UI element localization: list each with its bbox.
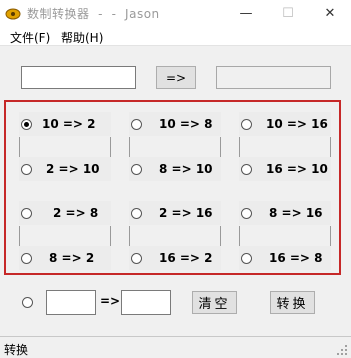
radio-10-to-2[interactable] (21, 118, 32, 130)
option-label: 2 => 10 (46, 162, 100, 176)
divider (220, 137, 221, 157)
convert-arrow-button[interactable]: => (156, 66, 196, 89)
option-label: 8 => 16 (269, 206, 323, 220)
radio-8-to-16[interactable] (241, 207, 252, 219)
radio-8-to-2[interactable] (21, 252, 32, 264)
minimize-icon: — (239, 5, 253, 21)
option-2-to-10[interactable]: 2 => 10 (19, 157, 111, 181)
title-bar: 数制转换器 - - Jason — ☐ ✕ (0, 0, 351, 26)
option-label: 10 => 8 (159, 117, 213, 131)
option-label: 8 => 10 (159, 162, 213, 176)
radio-2-to-8[interactable] (21, 207, 32, 219)
radio-16-to-10[interactable] (241, 163, 252, 175)
radio-16-to-8[interactable] (241, 252, 252, 264)
custom-to-base-input[interactable] (121, 290, 171, 315)
radio-10-to-8[interactable] (131, 118, 142, 130)
divider (110, 137, 111, 157)
app-icon (5, 6, 21, 20)
option-label: 10 => 16 (266, 117, 328, 131)
option-10-to-8[interactable]: 10 => 8 (129, 112, 221, 136)
close-button[interactable]: ✕ (309, 0, 351, 26)
custom-arrow-label: => (100, 294, 121, 308)
clear-button[interactable]: 清空 (192, 291, 237, 314)
option-16-to-8[interactable]: 16 => 8 (239, 246, 331, 270)
number-input[interactable] (21, 66, 136, 89)
divider (110, 226, 111, 246)
radio-8-to-10[interactable] (131, 163, 142, 175)
divider (239, 226, 240, 246)
option-16-to-10[interactable]: 16 => 10 (239, 157, 331, 181)
option-10-to-2[interactable]: 10 => 2 (19, 112, 111, 136)
menu-file[interactable]: 文件(F) (8, 28, 52, 47)
custom-from-base-input[interactable] (46, 290, 96, 315)
radio-10-to-16[interactable] (241, 118, 252, 130)
divider (239, 137, 240, 157)
minimize-button[interactable]: — (225, 0, 267, 26)
option-8-to-16[interactable]: 8 => 16 (239, 201, 331, 225)
maximize-button[interactable]: ☐ (267, 0, 309, 26)
radio-2-to-16[interactable] (131, 207, 142, 219)
option-label: 10 => 2 (42, 117, 96, 131)
radio-16-to-2[interactable] (131, 252, 142, 264)
option-8-to-2[interactable]: 8 => 2 (19, 246, 111, 270)
option-label: 2 => 8 (53, 206, 99, 220)
divider (129, 226, 130, 246)
result-output (216, 66, 331, 89)
option-label: 16 => 10 (266, 162, 328, 176)
divider (129, 137, 130, 157)
resize-grip-icon[interactable] (336, 344, 348, 356)
option-2-to-16[interactable]: 2 => 16 (129, 201, 221, 225)
option-label: 16 => 8 (269, 251, 323, 265)
option-10-to-16[interactable]: 10 => 16 (239, 112, 331, 136)
window-title: 数制转换器 - - Jason (27, 7, 160, 21)
close-icon: ✕ (324, 5, 336, 21)
option-label: 2 => 16 (159, 206, 213, 220)
convert-button[interactable]: 转换 (270, 291, 315, 314)
divider (19, 226, 20, 246)
option-16-to-2[interactable]: 16 => 2 (129, 246, 221, 270)
option-2-to-8[interactable]: 2 => 8 (19, 201, 111, 225)
divider (19, 137, 20, 157)
menu-help[interactable]: 帮助(H) (59, 28, 105, 47)
option-label: 8 => 2 (49, 251, 95, 265)
option-label: 16 => 2 (159, 251, 213, 265)
radio-custom[interactable] (22, 297, 33, 308)
divider (330, 137, 331, 157)
divider (220, 226, 221, 246)
option-8-to-10[interactable]: 8 => 10 (129, 157, 221, 181)
maximize-icon: ☐ (282, 5, 294, 21)
menu-bar: 文件(F) 帮助(H) (0, 26, 351, 46)
radio-2-to-10[interactable] (21, 163, 32, 175)
status-bar: 转换 (0, 336, 351, 358)
divider (330, 226, 331, 246)
status-text: 转换 (4, 343, 29, 357)
